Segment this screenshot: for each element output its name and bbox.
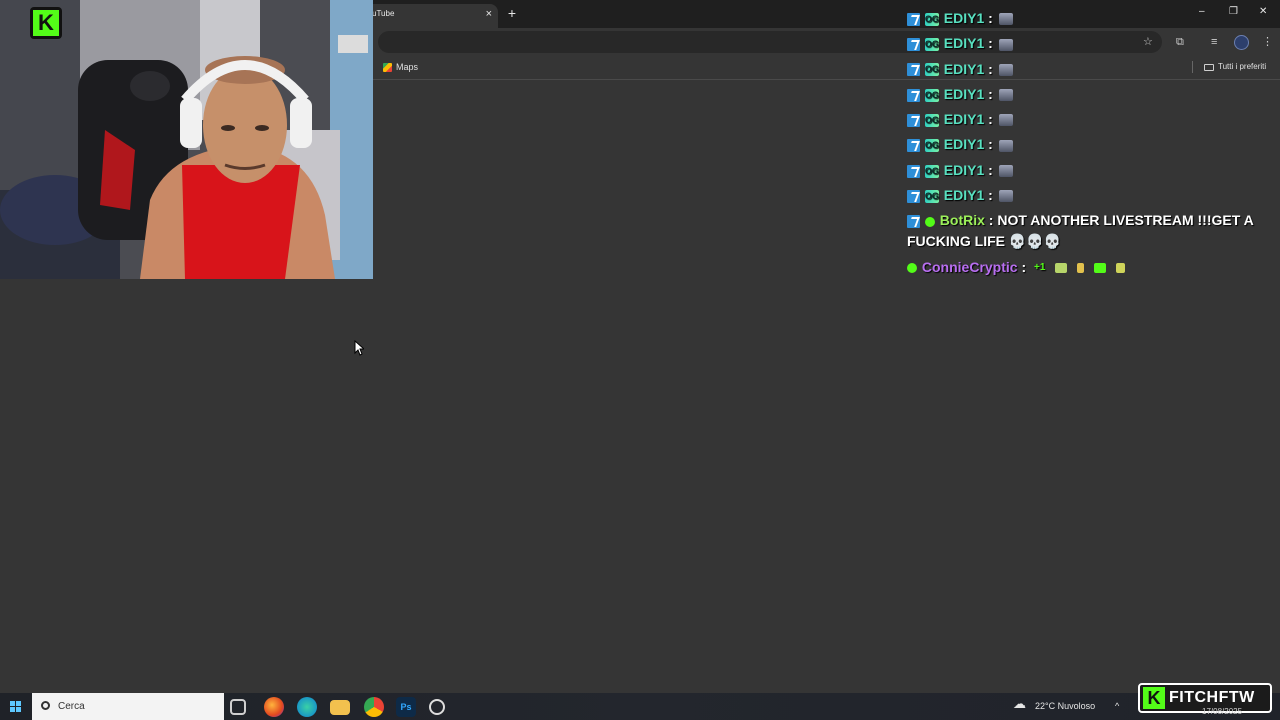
bookmark-maps[interactable]: Maps — [383, 61, 418, 73]
weather-text[interactable]: 22°C Nuvoloso — [1035, 700, 1095, 712]
chat-message-botrix: BotRix : NOT ANOTHER LIVESTREAM !!!GET A… — [907, 210, 1267, 252]
verified-badge-icon — [924, 216, 935, 227]
chat-message: OG EDIY1 : — [907, 33, 1267, 54]
chat-separator: : — [984, 35, 993, 52]
emote-icon — [1055, 262, 1068, 273]
taskbar-search-input[interactable]: Cerca — [32, 693, 224, 720]
og-badge-icon: OG — [924, 88, 939, 102]
emote-icon — [1094, 262, 1107, 273]
chat-message: OG EDIY1 : — [907, 84, 1267, 105]
moderator-badge-icon — [907, 63, 920, 77]
emote-icon — [998, 165, 1013, 178]
og-badge-icon: OG — [924, 38, 939, 52]
chat-username[interactable]: EDIY1 — [944, 10, 984, 26]
emote-icon — [998, 63, 1013, 76]
chat-separator: : — [984, 10, 993, 26]
emote-icon — [998, 38, 1013, 51]
chat-username-connie[interactable]: ConnieCryptic — [922, 259, 1018, 275]
tray-chevron-icon[interactable]: ^ — [1115, 700, 1119, 712]
chat-message: OG EDIY1 : — [907, 8, 1267, 29]
chat-message-connie: ConnieCryptic : +1 — [907, 257, 1267, 279]
emote-icon — [998, 89, 1013, 102]
og-badge-icon: OG — [924, 164, 939, 178]
file-explorer-icon[interactable] — [330, 700, 350, 715]
moderator-badge-icon — [907, 189, 920, 203]
chat-username[interactable]: EDIY1 — [944, 187, 984, 203]
bookmark-maps-label: Maps — [396, 62, 419, 72]
verified-badge-icon — [907, 262, 917, 273]
chat-username[interactable]: EDIY1 — [944, 86, 984, 102]
chat-message: OG EDIY1 : — [907, 160, 1267, 181]
emote-icon — [998, 13, 1013, 26]
mouse-cursor-icon — [354, 340, 364, 356]
chat-message: OG EDIY1 : — [907, 134, 1267, 155]
emote-icon — [1116, 262, 1125, 273]
webcam-image — [0, 0, 373, 279]
og-badge-icon: OG — [924, 139, 939, 153]
chat-message: OG EDIY1 : — [907, 185, 1267, 206]
chat-separator: : — [984, 60, 993, 77]
chat-username-botrix[interactable]: BotRix — [940, 212, 985, 228]
emote-icon — [998, 114, 1013, 127]
og-badge-icon: OG — [924, 113, 939, 127]
chat-separator: : — [984, 161, 993, 178]
search-placeholder: Cerca — [58, 701, 85, 712]
chat-message: OG EDIY1 : — [907, 109, 1267, 130]
plus-one-label: +1 — [1034, 262, 1046, 274]
og-badge-icon: OG — [924, 189, 939, 203]
search-icon — [41, 701, 50, 710]
windows-taskbar: Cerca Ps ☁ 22°C Nuvoloso ^ — [0, 693, 1280, 720]
taskbar-date: 17/08/2025 — [1202, 707, 1243, 716]
chat-username[interactable]: EDIY1 — [944, 111, 984, 127]
chat-overlay: OG EDIY1 : OG EDIY1 : OG EDIY1 : OG EDIY… — [907, 8, 1267, 283]
kick-brand-icon: K — [1143, 687, 1165, 709]
chat-username[interactable]: EDIY1 — [944, 61, 984, 77]
edge-icon[interactable] — [297, 697, 317, 717]
firefox-icon[interactable] — [264, 697, 284, 717]
browser-tab[interactable]: uTube × — [362, 4, 498, 28]
chrome-icon[interactable] — [364, 697, 384, 717]
windows-start-icon[interactable] — [10, 701, 21, 712]
moderator-badge-icon — [907, 12, 920, 26]
moderator-badge-icon — [907, 113, 920, 127]
og-badge-icon: OG — [924, 63, 939, 77]
chat-message: OG EDIY1 : — [907, 59, 1267, 80]
moderator-badge-icon — [907, 88, 920, 102]
stream-screen: uTube × + – ❐ ✕ ☆ ⧉ ≡ ⋮ Maps Tutti i pre… — [0, 0, 1280, 720]
chat-username[interactable]: EDIY1 — [944, 35, 984, 51]
chat-separator: : — [984, 111, 993, 128]
emote-icon — [998, 190, 1013, 203]
task-view-icon[interactable] — [230, 699, 246, 715]
kick-logo: K — [30, 7, 62, 39]
moderator-badge-icon — [907, 215, 920, 229]
webcam-feed: K — [0, 0, 373, 279]
moderator-badge-icon — [907, 164, 920, 178]
chat-separator: : — [984, 85, 993, 102]
photoshop-icon[interactable]: Ps — [396, 697, 416, 717]
chat-separator: : — [1017, 258, 1027, 275]
emote-icon — [1077, 262, 1085, 273]
obs-icon[interactable] — [429, 699, 445, 715]
og-badge-icon: OG — [924, 12, 939, 26]
moderator-badge-icon — [907, 38, 920, 52]
chat-username[interactable]: EDIY1 — [944, 136, 984, 152]
streamer-name: FITCHFTW — [1169, 689, 1255, 706]
emote-icon — [998, 139, 1013, 152]
moderator-badge-icon — [907, 139, 920, 153]
chat-separator: : — [984, 187, 993, 204]
chat-separator: : — [984, 136, 993, 153]
tab-title: uTube — [372, 9, 395, 18]
chat-username[interactable]: EDIY1 — [944, 162, 984, 178]
weather-icon[interactable]: ☁ — [1013, 697, 1026, 710]
tab-close-icon[interactable]: × — [486, 4, 492, 24]
maps-icon — [383, 62, 392, 72]
new-tab-button[interactable]: + — [505, 4, 519, 22]
